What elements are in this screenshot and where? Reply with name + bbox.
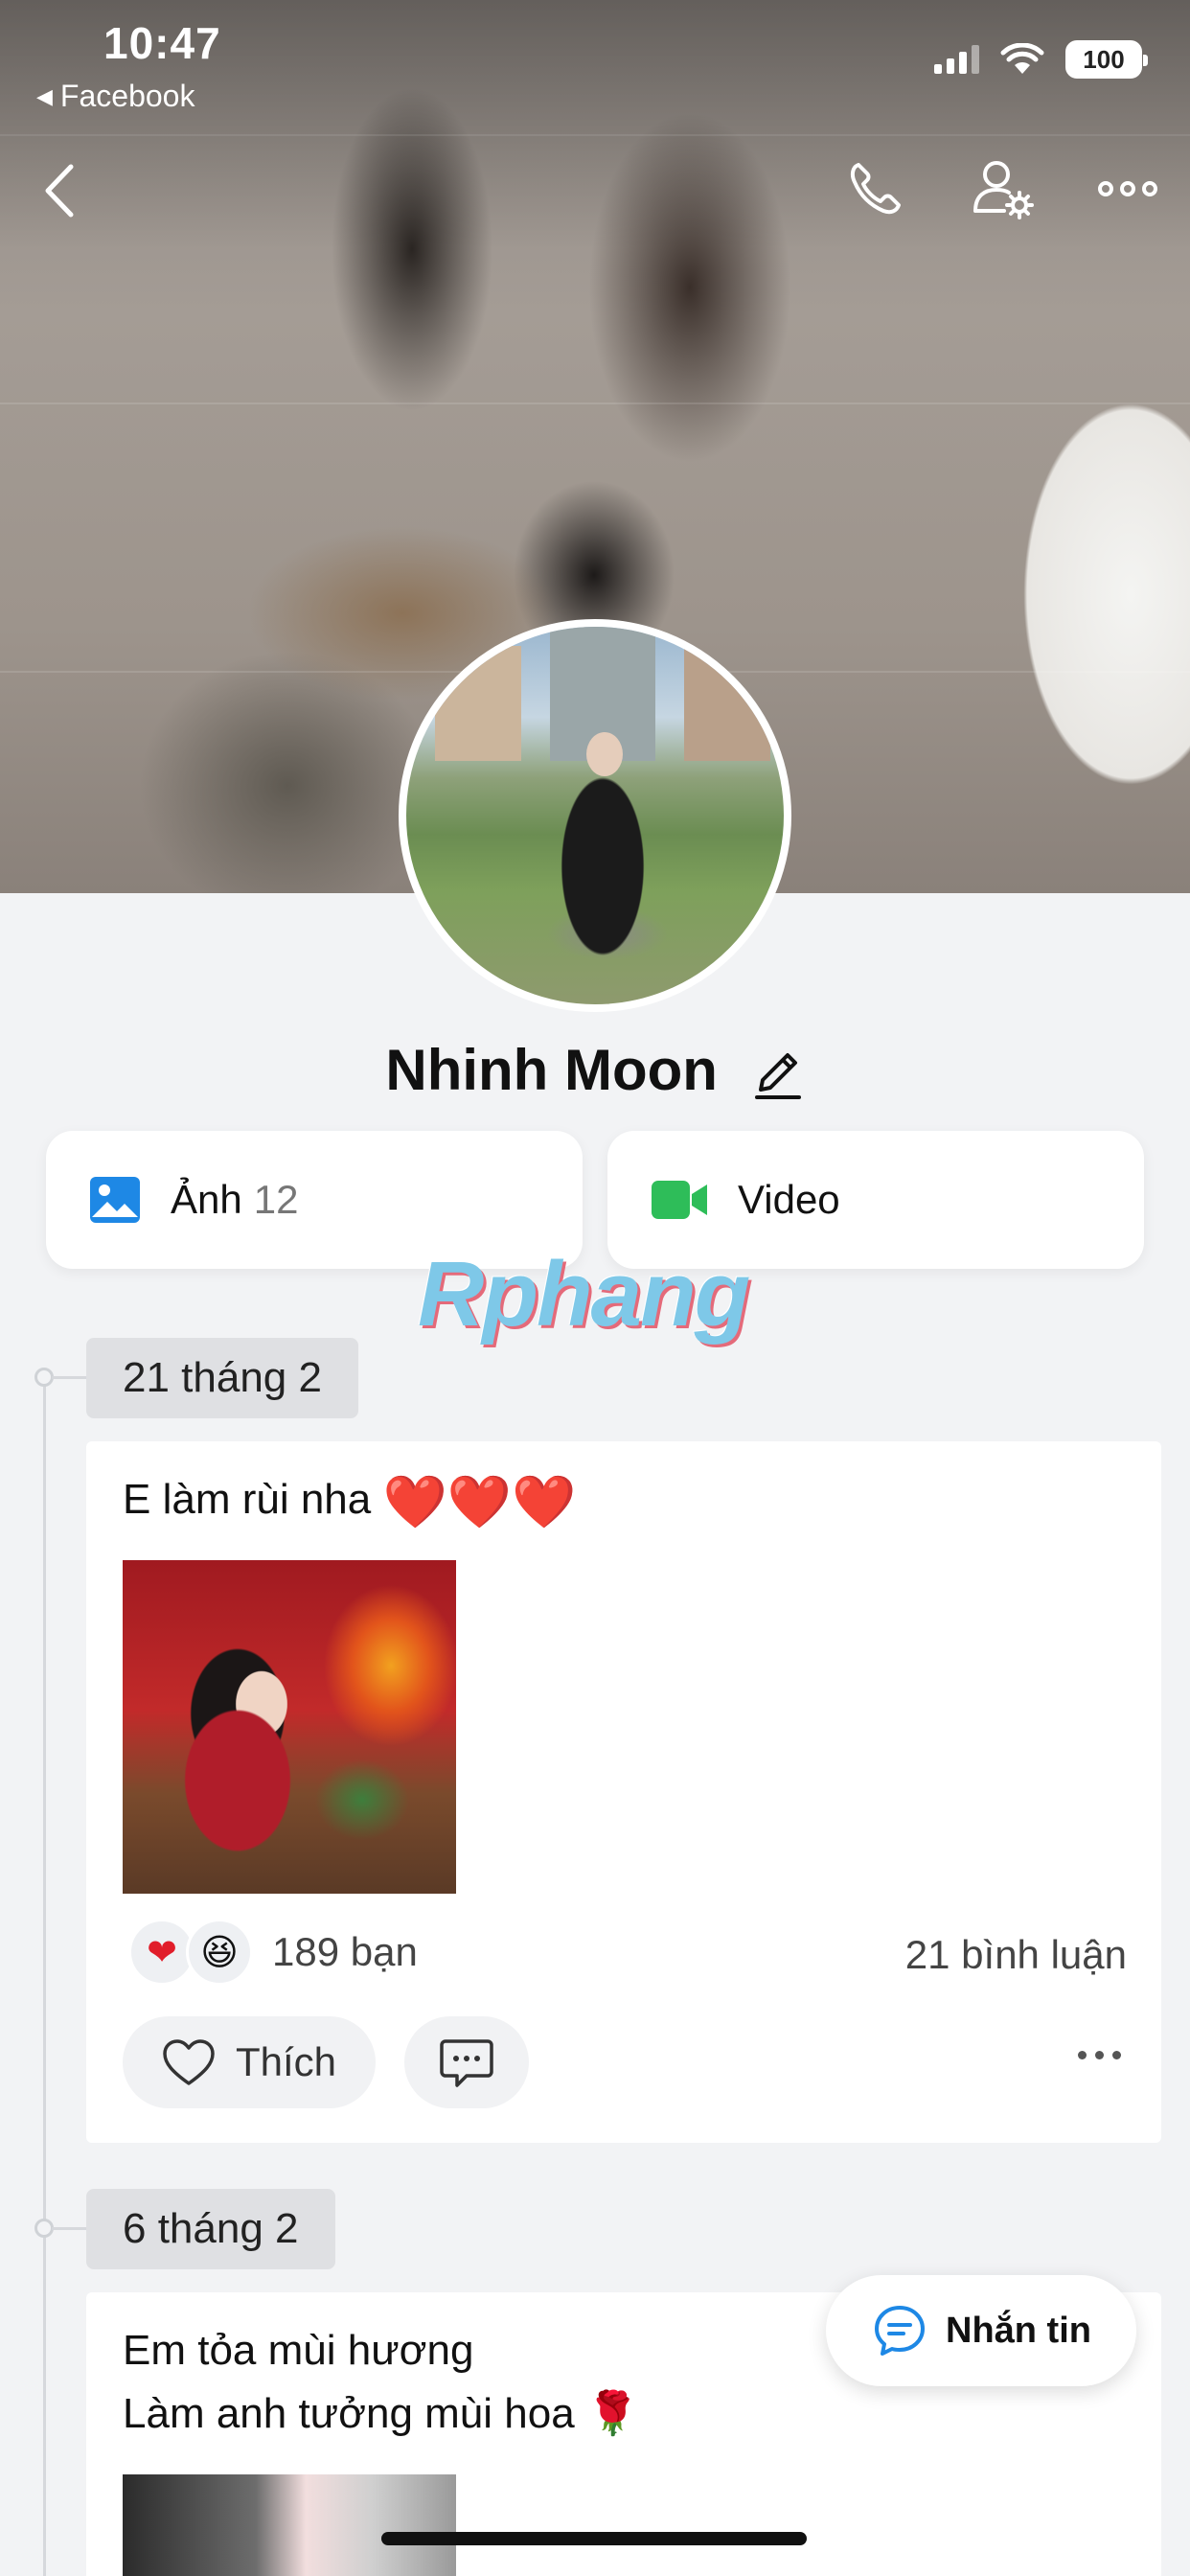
home-indicator[interactable] <box>381 2532 807 2545</box>
cellular-signal-icon <box>934 45 979 74</box>
back-button[interactable] <box>36 159 84 222</box>
edit-name-icon[interactable] <box>751 1046 805 1103</box>
profile-screen: 10:47 ◀ Facebook 100 Nhinh Moon Ảnh 12 V… <box>0 0 1190 2576</box>
back-app-label: Facebook <box>59 79 195 113</box>
like-label: Thích <box>236 2039 337 2084</box>
comment-icon <box>440 2039 493 2087</box>
back-to-app-link[interactable]: ◀ Facebook <box>36 79 195 114</box>
post-photo[interactable] <box>123 1560 456 1894</box>
status-time: 10:47 <box>103 18 221 68</box>
status-icons: 100 <box>934 40 1148 79</box>
post-caption-line: Em tỏa mùi hương <box>123 2327 474 2374</box>
battery-level: 100 <box>1083 44 1125 74</box>
like-button[interactable]: Thích <box>123 2016 376 2108</box>
laugh-reaction-icon: 😆 <box>186 1919 253 1986</box>
photos-count: 12 <box>253 1177 299 1222</box>
heart-emojis: ❤️❤️❤️ <box>382 1473 577 1531</box>
photos-label: Ảnh <box>171 1177 242 1222</box>
post-caption: E làm rùi nha ❤️❤️❤️ <box>123 1468 576 1533</box>
watermark-logo: Rphang <box>418 1243 750 1346</box>
timeline-post[interactable]: E làm rùi nha ❤️❤️❤️ ❤ 😆 189 bạn 21 bình… <box>86 1441 1161 2143</box>
profile-settings-button[interactable] <box>966 153 1037 224</box>
date-header: 6 tháng 2 <box>86 2189 335 2269</box>
heart-outline-icon <box>163 2039 215 2085</box>
send-message-label: Nhắn tin <box>946 2310 1091 2351</box>
reaction-count: 189 bạn <box>272 1929 418 1974</box>
post-photo[interactable] <box>123 2474 456 2576</box>
timeline-dot <box>34 1368 54 1387</box>
video-icon <box>652 1181 707 1219</box>
comment-count[interactable]: 21 bình luận <box>905 1932 1127 1978</box>
reactions-summary[interactable]: ❤ 😆 189 bạn <box>128 1919 418 1986</box>
photo-icon <box>90 1177 140 1223</box>
more-options-button[interactable] <box>1092 153 1163 224</box>
profile-name-text: Nhinh Moon <box>385 1038 718 1102</box>
comment-button[interactable] <box>404 2016 529 2108</box>
rose-emoji: 🌹 <box>585 2390 639 2437</box>
post-caption-text: Làm anh tưởng mùi hoa <box>123 2390 575 2437</box>
post-more-button[interactable] <box>1078 2051 1121 2059</box>
send-message-button[interactable]: Nhắn tin <box>826 2275 1136 2386</box>
videos-label: Video <box>738 1177 840 1222</box>
profile-avatar[interactable] <box>399 619 791 1012</box>
battery-icon: 100 <box>1065 40 1148 79</box>
timeline-dot <box>34 2219 54 2238</box>
chat-bubble-icon <box>875 2306 925 2356</box>
profile-name: Nhinh Moon <box>0 1037 1190 1103</box>
post-caption: Em tỏa mùi hương Làm anh tưởng mùi hoa 🌹 <box>123 2319 639 2446</box>
post-caption-line-2: Làm anh tưởng mùi hoa 🌹 <box>123 2382 639 2446</box>
call-button[interactable] <box>839 153 910 224</box>
date-header: 21 tháng 2 <box>86 1338 358 1418</box>
post-caption-text: E làm rùi nha <box>123 1476 372 1523</box>
timeline-line <box>43 1376 46 2576</box>
wifi-icon <box>1000 43 1044 74</box>
back-triangle-icon: ◀ <box>36 83 53 108</box>
